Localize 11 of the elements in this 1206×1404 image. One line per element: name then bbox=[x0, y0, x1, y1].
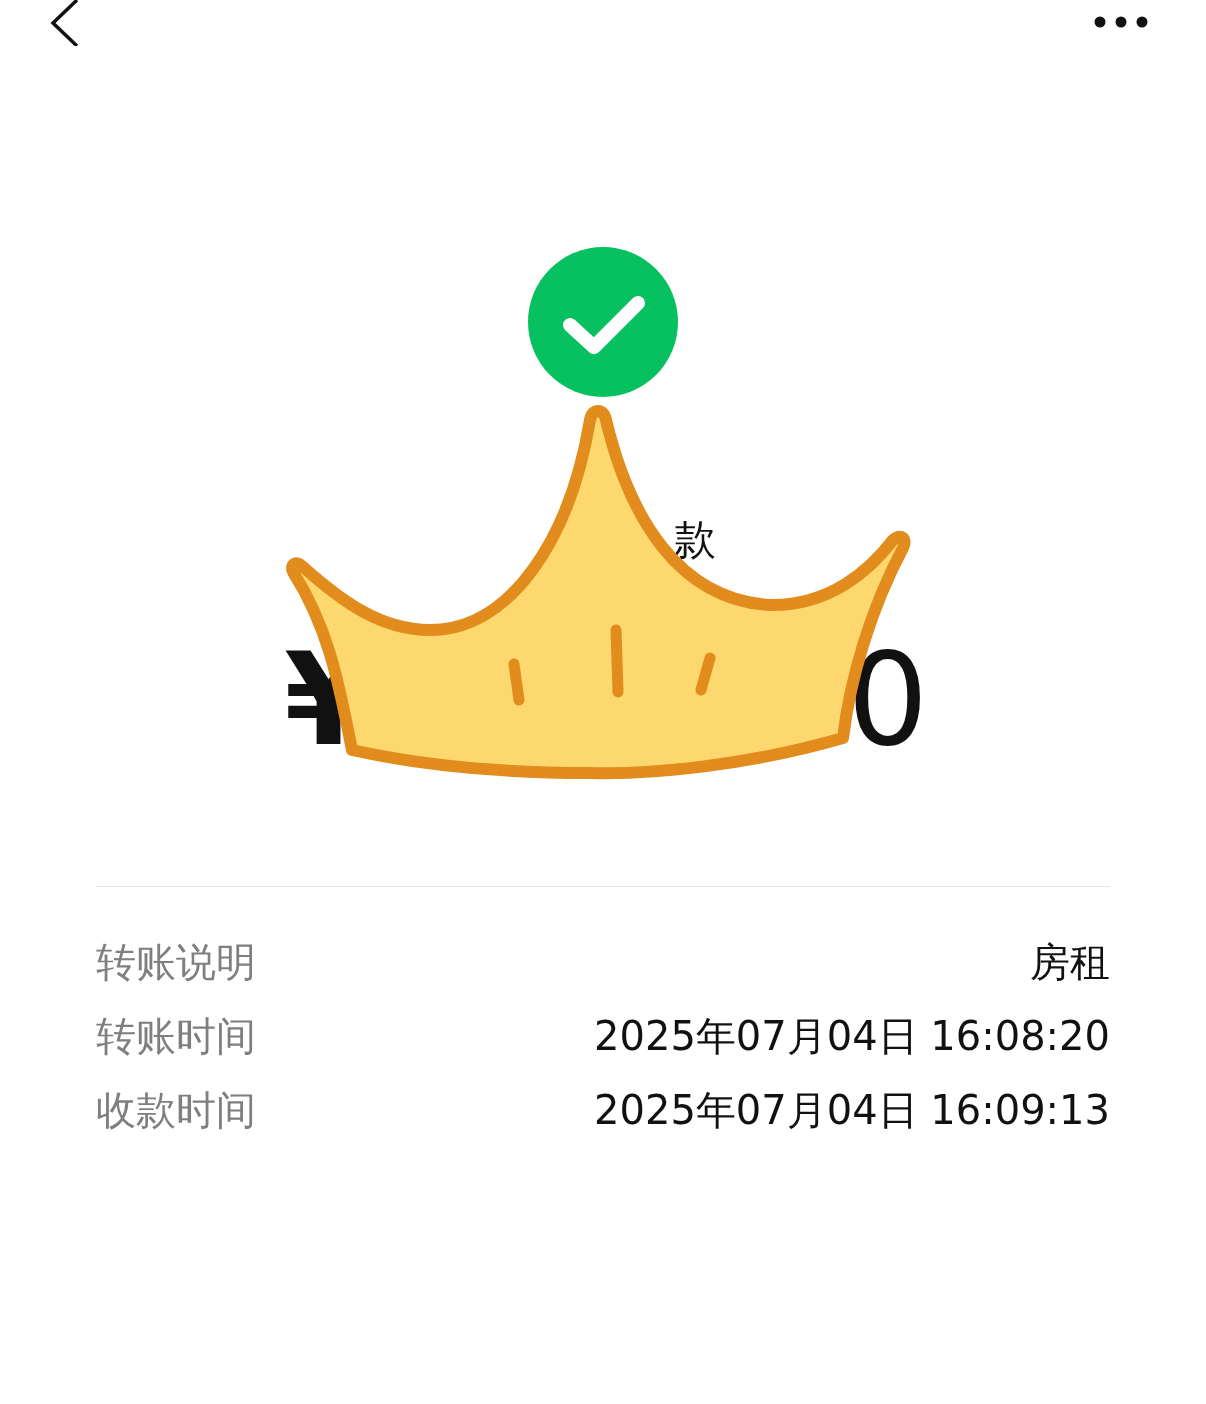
payment-title: 款 bbox=[674, 515, 716, 564]
more-icon[interactable] bbox=[1094, 16, 1148, 28]
back-icon[interactable] bbox=[50, 0, 80, 46]
amount-digit: 0 bbox=[847, 635, 929, 765]
success-check-icon bbox=[528, 247, 678, 397]
detail-label: 转账说明 bbox=[96, 937, 256, 987]
detail-label: 转账时间 bbox=[96, 1011, 256, 1061]
detail-value: 房租 bbox=[1030, 937, 1110, 987]
detail-value: 2025年07月04日 16:09:13 bbox=[594, 1085, 1110, 1135]
detail-value: 2025年07月04日 16:08:20 bbox=[594, 1011, 1110, 1061]
detail-label: 收款时间 bbox=[96, 1085, 256, 1135]
